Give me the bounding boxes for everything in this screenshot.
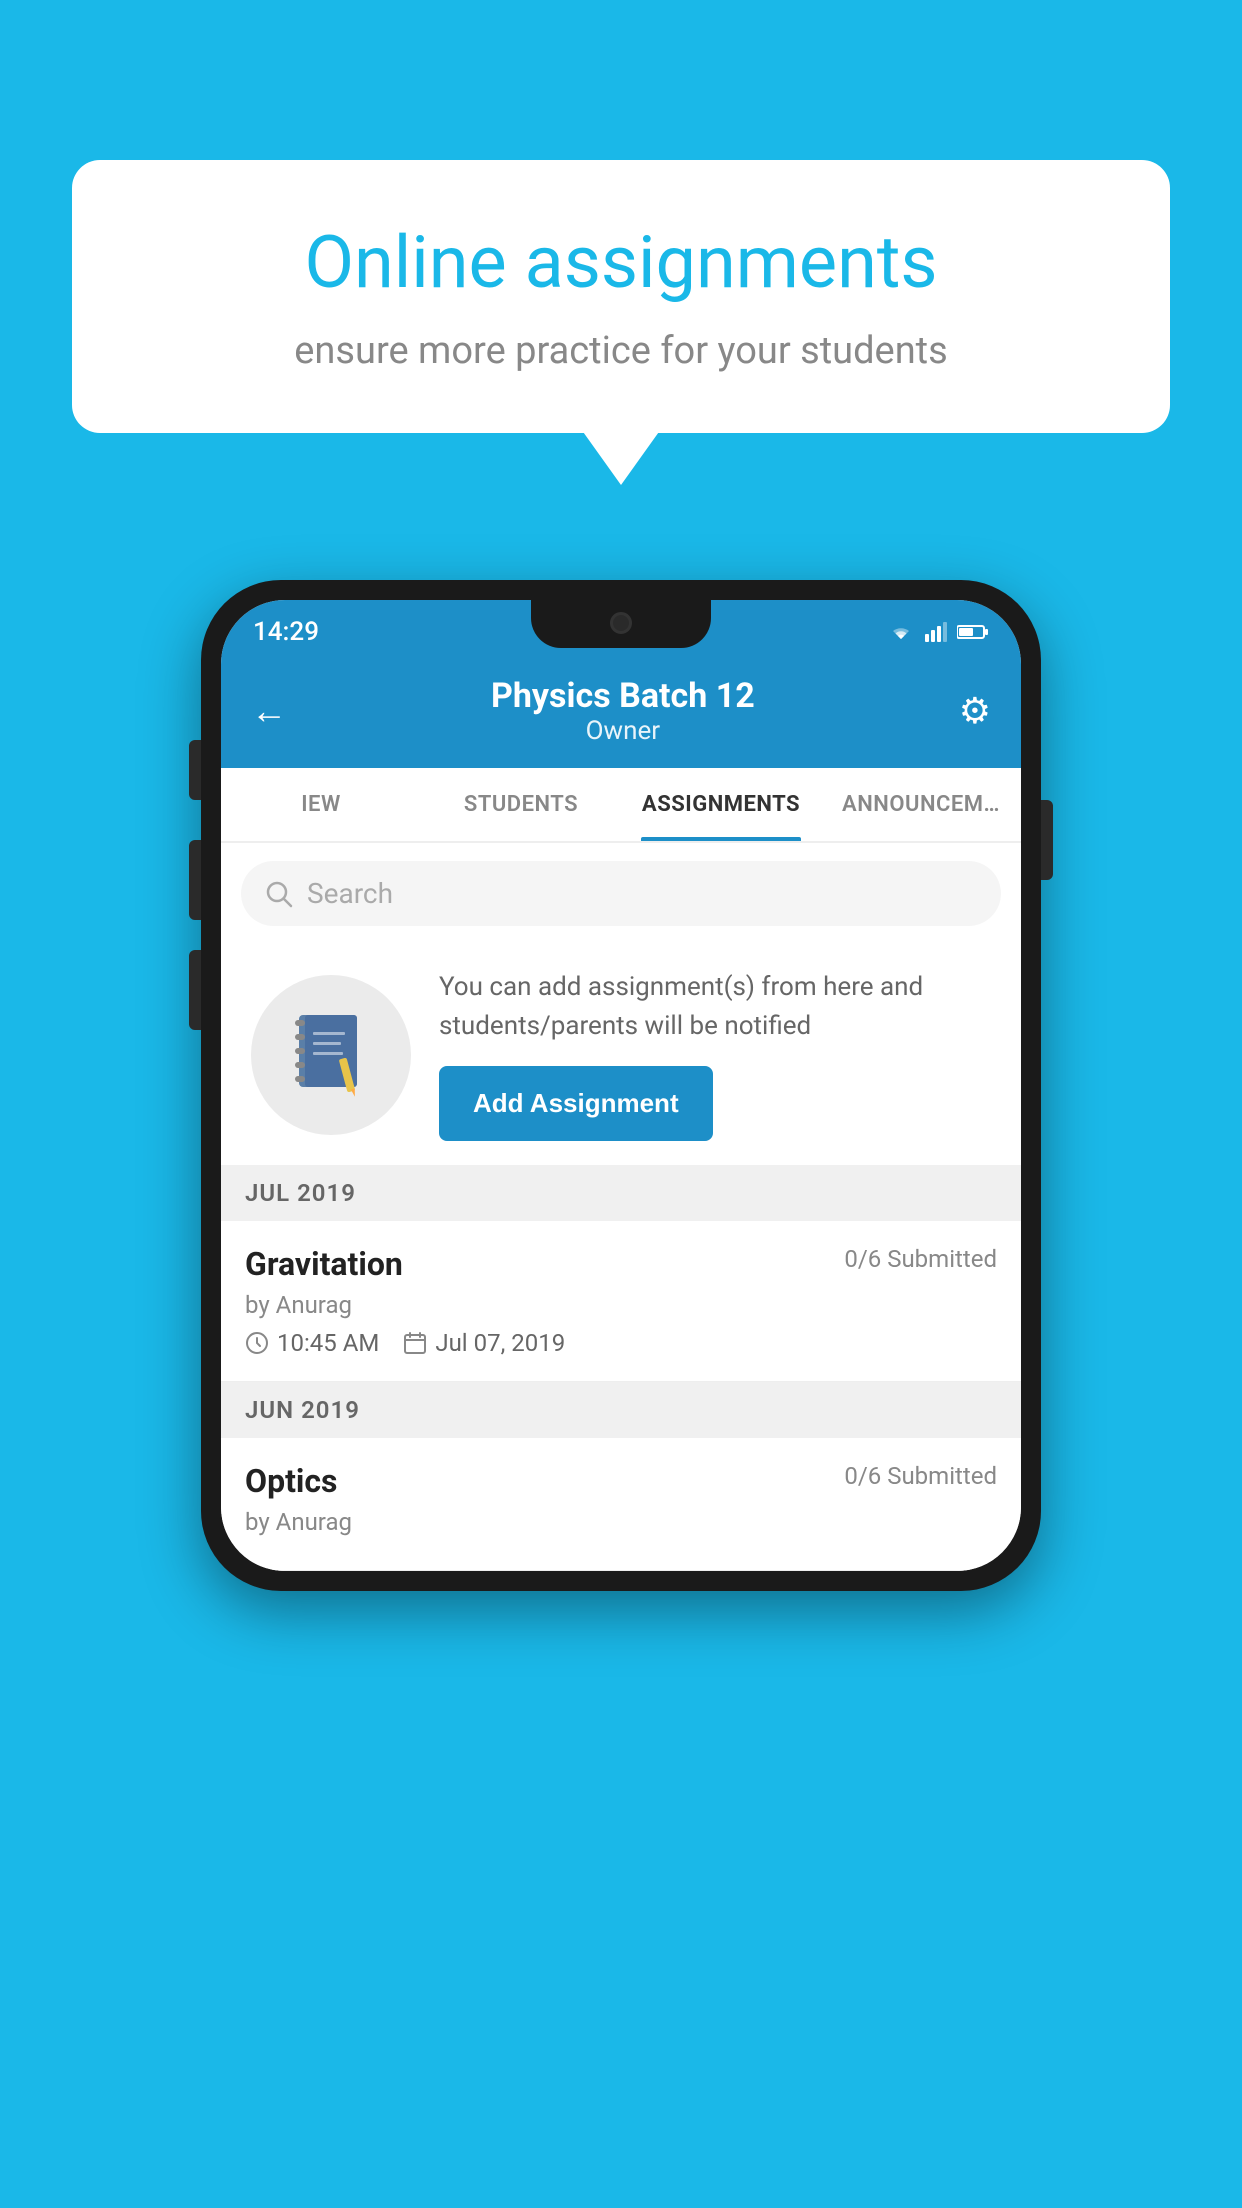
power-button <box>1041 800 1053 880</box>
search-container: Search <box>221 843 1021 944</box>
tab-students[interactable]: STUDENTS <box>421 768 621 841</box>
assignment-submitted-optics: 0/6 Submitted <box>844 1462 997 1490</box>
status-icons <box>887 621 989 643</box>
volume-down-button <box>189 840 201 920</box>
back-button[interactable]: ← <box>251 690 287 732</box>
calendar-icon <box>403 1331 427 1355</box>
volume-up-button <box>189 740 201 800</box>
tab-announcements[interactable]: ANNOUNCEM… <box>821 768 1021 841</box>
speech-bubble-subtitle: ensure more practice for your students <box>152 329 1090 373</box>
battery-icon <box>957 624 989 640</box>
assignment-time: 10:45 AM <box>245 1329 379 1357</box>
clock-icon <box>245 1331 269 1355</box>
tab-assignments[interactable]: ASSIGNMENTS <box>621 768 821 841</box>
speech-bubble-container: Online assignments ensure more practice … <box>72 160 1170 433</box>
list-item[interactable]: Optics 0/6 Submitted by Anurag <box>221 1438 1021 1571</box>
section-header-jul: JUL 2019 <box>221 1165 1021 1221</box>
search-bar[interactable]: Search <box>241 861 1001 926</box>
assignment-icon-circle <box>251 975 411 1135</box>
speech-bubble: Online assignments ensure more practice … <box>72 160 1170 433</box>
assignment-item-top: Gravitation 0/6 Submitted <box>245 1245 997 1283</box>
signal-icon <box>925 622 947 642</box>
add-assignment-button[interactable]: Add Assignment <box>439 1066 713 1141</box>
status-time: 14:29 <box>253 617 319 647</box>
phone-container: 14:29 <box>201 580 1041 1591</box>
add-assignment-section: You can add assignment(s) from here and … <box>221 944 1021 1165</box>
phone-frame: 14:29 <box>201 580 1041 1591</box>
settings-icon[interactable]: ⚙ <box>959 690 991 732</box>
add-assignment-desc: You can add assignment(s) from here and … <box>439 968 991 1046</box>
wifi-icon <box>887 621 915 643</box>
assignment-name-optics: Optics <box>245 1462 337 1500</box>
tab-iew[interactable]: IEW <box>221 768 421 841</box>
silent-button <box>189 950 201 1030</box>
header-title-group: Physics Batch 12 Owner <box>491 676 755 746</box>
assignment-item-top-optics: Optics 0/6 Submitted <box>245 1462 997 1500</box>
search-icon <box>265 880 293 908</box>
assignment-by-optics: by Anurag <box>245 1508 997 1536</box>
phone-notch <box>531 600 711 648</box>
assignment-name: Gravitation <box>245 1245 403 1283</box>
section-header-jun: JUN 2019 <box>221 1382 1021 1438</box>
header-title: Physics Batch 12 <box>491 676 755 716</box>
search-placeholder: Search <box>307 877 393 910</box>
list-item[interactable]: Gravitation 0/6 Submitted by Anurag 10:4… <box>221 1221 1021 1382</box>
header-subtitle: Owner <box>491 716 755 746</box>
speech-bubble-title: Online assignments <box>152 220 1090 305</box>
app-header: ← Physics Batch 12 Owner ⚙ <box>221 656 1021 768</box>
assignment-date: Jul 07, 2019 <box>403 1329 565 1357</box>
assignment-submitted: 0/6 Submitted <box>844 1245 997 1273</box>
notebook-icon <box>291 1010 371 1100</box>
assignment-meta: 10:45 AM Jul 07, 2019 <box>245 1329 997 1357</box>
assignment-time-value: 10:45 AM <box>277 1329 379 1357</box>
phone-camera <box>610 612 632 634</box>
assignment-date-value: Jul 07, 2019 <box>435 1329 565 1357</box>
assignment-by: by Anurag <box>245 1291 997 1319</box>
phone-screen: 14:29 <box>221 600 1021 1571</box>
tabs-bar: IEW STUDENTS ASSIGNMENTS ANNOUNCEM… <box>221 768 1021 843</box>
add-assignment-text: You can add assignment(s) from here and … <box>439 968 991 1141</box>
